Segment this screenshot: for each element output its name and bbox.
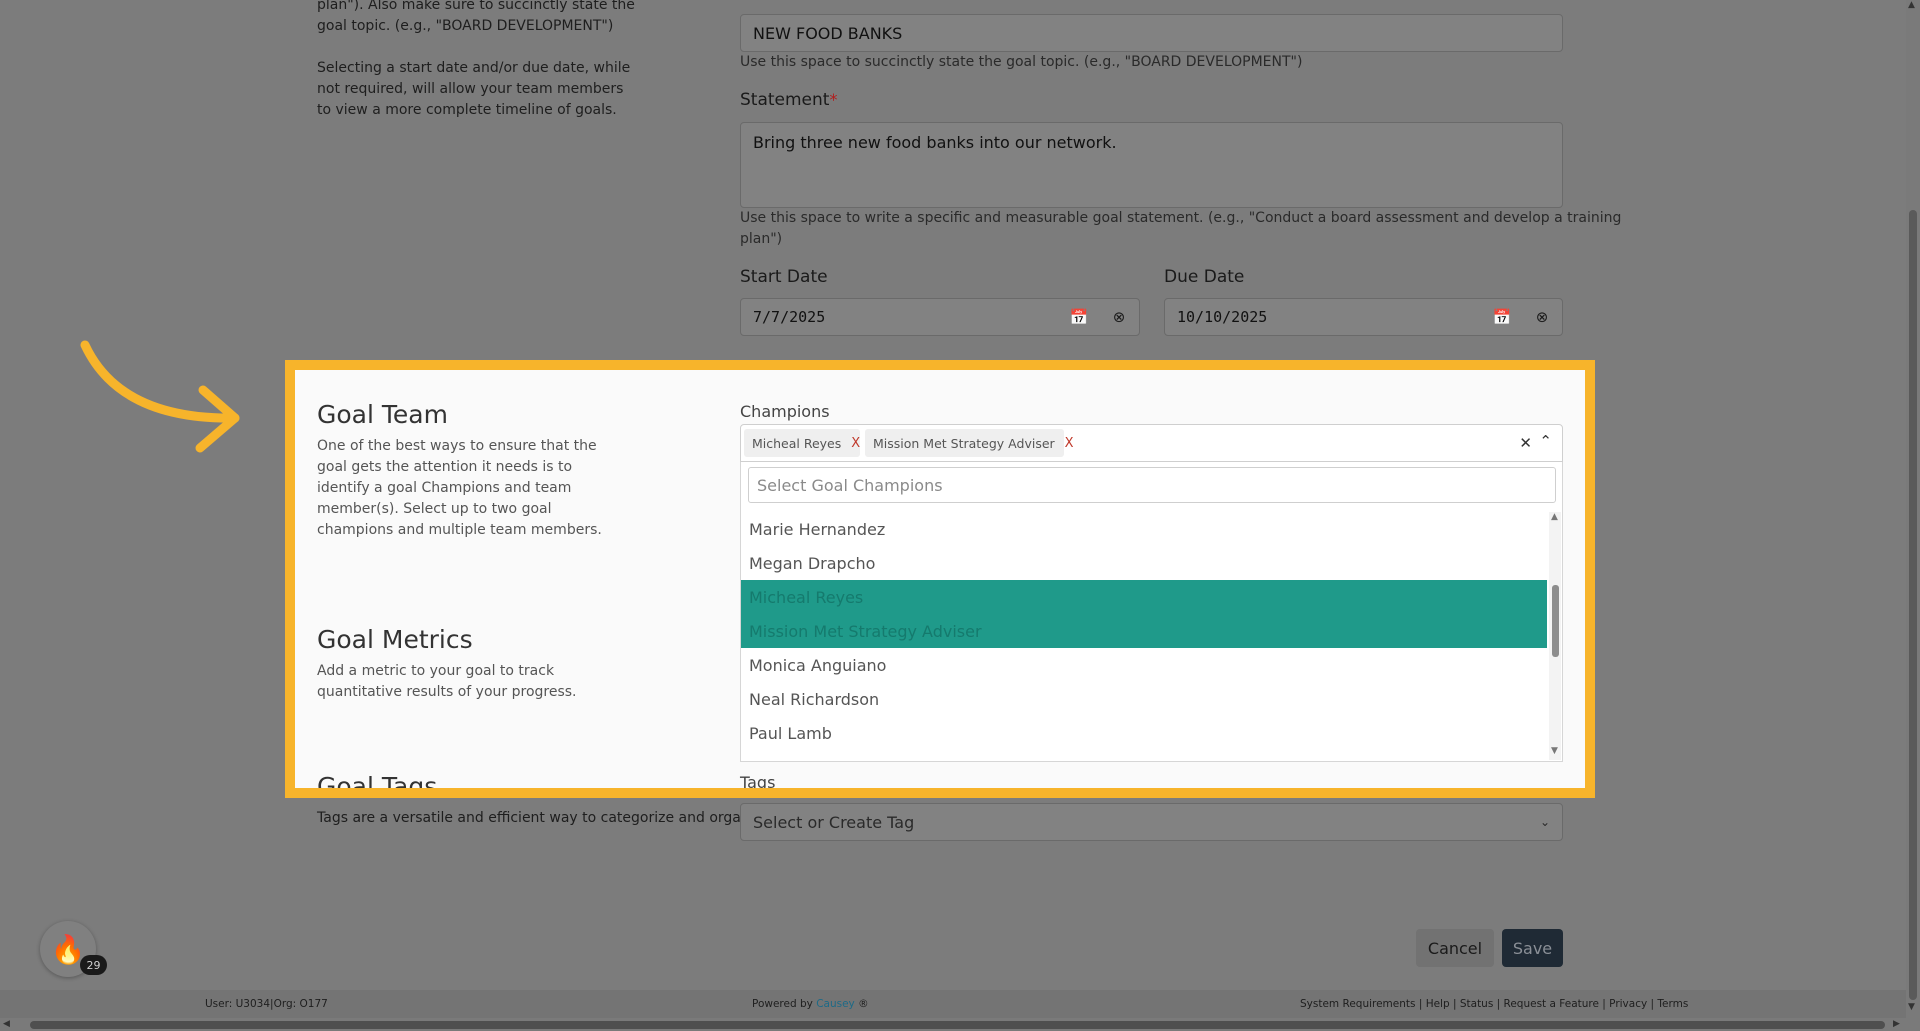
due-calendar-icon[interactable]: 📅 [1483, 299, 1521, 335]
vertical-scroll-thumb[interactable] [1909, 210, 1917, 1000]
tags-select[interactable]: Select or Create Tag ⌄ [740, 803, 1563, 841]
dropdown-scroll-up-icon[interactable]: ▲ [1551, 512, 1558, 522]
statement-label: Statement* [740, 90, 838, 110]
topic-input[interactable]: NEW FOOD BANKS [740, 14, 1563, 52]
start-calendar-icon[interactable]: 📅 [1060, 299, 1098, 335]
arrow-annotation-icon [80, 340, 240, 453]
option-megan-drapcho[interactable]: Megan Drapcho [741, 546, 1547, 580]
remove-chip-icon[interactable]: X [1065, 436, 1074, 451]
champion-chip: Micheal Reyes X [744, 429, 860, 457]
intro-text-2: goal topic. (e.g., "BOARD DEVELOPMENT") [317, 18, 614, 34]
horizontal-scrollbar[interactable]: ◀ ▶ [0, 1018, 1920, 1031]
cancel-button[interactable]: Cancel [1416, 929, 1494, 967]
chevron-down-icon: ⌄ [1539, 815, 1550, 829]
highlighted-panel: Goal Team One of the best ways to ensure… [285, 360, 1595, 798]
clear-all-icon[interactable]: ✕ [1519, 434, 1532, 452]
goal-team-title: Goal Team [317, 400, 448, 429]
footer: User: U3034|Org: O177 Powered by Causey … [0, 990, 1906, 1018]
statement-help-2: plan") [740, 231, 783, 247]
statement-textarea[interactable]: Bring three new food banks into our netw… [740, 122, 1563, 208]
start-clear-icon[interactable]: ⊗ [1100, 299, 1138, 335]
tags-placeholder: Select or Create Tag [753, 812, 915, 832]
goal-metrics-title: Goal Metrics [317, 625, 473, 654]
scroll-up-icon[interactable]: ▲ [1908, 0, 1915, 10]
scroll-left-icon[interactable]: ◀ [3, 1019, 10, 1029]
intro-text-5: to view a more complete timeline of goal… [317, 102, 617, 118]
champion-chip: Mission Met Strategy Adviser X [865, 429, 1074, 457]
champions-search-input[interactable]: Select Goal Champions [748, 467, 1556, 503]
option-marie-hernandez[interactable]: Marie Hernandez [741, 512, 1547, 546]
due-clear-icon[interactable]: ⊗ [1523, 299, 1561, 335]
option-mission-met-strategy-adviser[interactable]: Mission Met Strategy Adviser [741, 614, 1547, 648]
intro-text-1: plan"). Also make sure to succinctly sta… [317, 0, 635, 13]
goal-metrics-desc: Add a metric to your goal to track quant… [317, 663, 577, 700]
champions-dropdown: Select Goal Champions Marie Hernandez Me… [740, 462, 1563, 762]
due-date-label: Due Date [1164, 267, 1245, 287]
champions-label: Champions [740, 402, 830, 421]
notification-badge: 29 [80, 955, 107, 975]
option-neal-richardson[interactable]: Neal Richardson [741, 682, 1547, 716]
start-date-label: Start Date [740, 267, 828, 287]
dropdown-scroll-down-icon[interactable]: ▼ [1551, 746, 1558, 756]
champions-multiselect[interactable]: Micheal Reyes X Mission Met Strategy Adv… [740, 424, 1563, 462]
vertical-scrollbar[interactable]: ▲ ▼ [1906, 0, 1920, 1018]
topic-help: Use this space to succinctly state the g… [740, 54, 1303, 70]
footer-user: User: U3034|Org: O177 [205, 998, 328, 1010]
goal-tags-title: Goal Tags [317, 772, 438, 798]
remove-chip-icon[interactable]: X [851, 436, 860, 451]
save-button[interactable]: Save [1502, 929, 1563, 967]
intro-text-4: not required, will allow your team membe… [317, 81, 624, 97]
footer-links[interactable]: System Requirements | Help | Status | Re… [1300, 998, 1688, 1010]
causey-link[interactable]: Causey [816, 998, 855, 1010]
scroll-down-icon[interactable]: ▼ [1908, 1002, 1915, 1012]
intro-text-3: Selecting a start date and/or due date, … [317, 60, 631, 76]
statement-help-1: Use this space to write a specific and m… [740, 210, 1622, 226]
tags-label: Tags [740, 773, 776, 792]
dropdown-scroll-thumb[interactable] [1552, 585, 1559, 657]
horizontal-scroll-thumb[interactable] [30, 1021, 1885, 1029]
option-micheal-reyes[interactable]: Micheal Reyes [741, 580, 1547, 614]
scroll-right-icon[interactable]: ▶ [1893, 1019, 1900, 1029]
chevron-up-icon[interactable]: ⌃ [1539, 432, 1552, 450]
option-paul-lamb[interactable]: Paul Lamb [741, 716, 1547, 750]
footer-powered: Powered by Causey ® [752, 998, 869, 1010]
option-monica-anguiano[interactable]: Monica Anguiano [741, 648, 1547, 682]
goal-team-desc: One of the best ways to ensure that the … [317, 438, 602, 538]
